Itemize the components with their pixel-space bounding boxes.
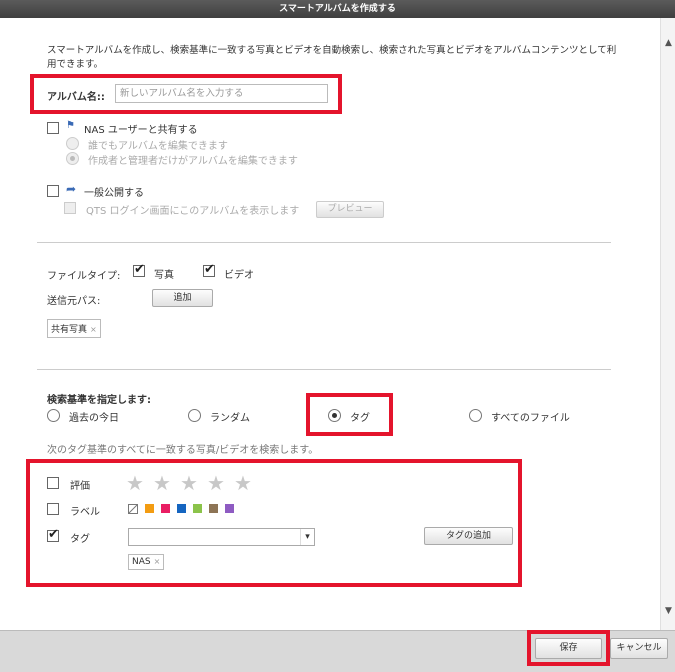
nas-share-label: NAS ユーザーと共有する	[84, 125, 198, 136]
scrollbar[interactable]: ▲ ▼	[660, 18, 675, 630]
label-checkbox[interactable]	[47, 503, 59, 515]
radio-random[interactable]	[188, 409, 201, 422]
public-label: 一般公開する	[84, 188, 144, 199]
tag-option-label: タグ	[350, 413, 370, 424]
scroll-down-icon[interactable]: ▼	[661, 604, 675, 618]
star-icon[interactable]: ★	[234, 473, 252, 493]
criteria-heading: 検索基準を指定します:	[47, 395, 151, 406]
color-swatch-orange[interactable]	[145, 504, 154, 513]
star-icon[interactable]: ★	[180, 473, 198, 493]
divider-1	[37, 242, 611, 243]
video-checkbox[interactable]	[203, 262, 215, 277]
no-color-icon[interactable]	[128, 504, 138, 514]
add-tag-button[interactable]: タグの追加	[424, 527, 513, 545]
highlight-tag-criteria	[26, 459, 522, 587]
video-label: ビデオ	[224, 270, 254, 281]
tag-select[interactable]: ▾	[128, 528, 315, 546]
divider-2	[37, 369, 611, 370]
remove-chip-icon[interactable]: ×	[154, 557, 161, 566]
color-swatch-purple[interactable]	[225, 504, 234, 513]
share-arrow-icon: ➦	[66, 182, 77, 196]
anyone-edit-label: 誰でもアルバムを編集できます	[88, 141, 228, 152]
radio-owner-admin-edit[interactable]	[66, 152, 79, 165]
rating-label: 評価	[70, 481, 90, 492]
public-checkbox[interactable]	[47, 185, 59, 197]
chevron-down-icon: ▾	[300, 529, 314, 545]
add-path-button[interactable]: 追加	[152, 289, 213, 307]
qts-login-label: QTS ログイン画面にこのアルバムを表示します	[86, 206, 300, 217]
color-swatch-pink[interactable]	[161, 504, 170, 513]
star-icon[interactable]: ★	[207, 473, 225, 493]
random-label: ランダム	[210, 413, 250, 424]
tag-label: タグ	[70, 534, 90, 545]
preview-button[interactable]: プレビュー	[316, 201, 384, 218]
owner-admin-edit-label: 作成者と管理者だけがアルバムを編集できます	[88, 156, 298, 167]
all-files-label: すべてのファイル	[491, 413, 570, 424]
description-text: スマートアルバムを作成し、検索基準に一致する写真とビデオを自動検索し、検索された…	[47, 45, 617, 70]
shared-photos-chip: 共有写真 ×	[47, 319, 101, 338]
nas-share-checkbox[interactable]	[47, 122, 59, 134]
chip-label: NAS	[132, 557, 151, 567]
dialog-content: スマートアルバムを作成し、検索基準に一致する写真とビデオを自動検索し、検索された…	[0, 18, 660, 630]
radio-tag[interactable]	[328, 409, 341, 422]
color-swatch-green[interactable]	[193, 504, 202, 513]
save-button[interactable]: 保存	[535, 638, 602, 659]
photo-label: 写真	[154, 270, 174, 281]
tag-checkbox[interactable]	[47, 527, 59, 542]
tag-hint: 次のタグ基準のすべてに一致する写真/ビデオを検索します。	[47, 445, 319, 456]
nas-tag-chip: NAS ×	[128, 554, 165, 570]
star-icon[interactable]: ★	[153, 473, 171, 493]
remove-chip-icon[interactable]: ×	[90, 325, 97, 334]
album-name-label: アルバム名::	[47, 92, 105, 103]
photo-checkbox[interactable]	[133, 262, 145, 277]
chip-label: 共有写真	[51, 325, 88, 335]
color-swatch-blue[interactable]	[177, 504, 186, 513]
scroll-up-icon[interactable]: ▲	[661, 36, 675, 50]
flag-icon: ⚑	[66, 120, 75, 131]
radio-today-past[interactable]	[47, 409, 60, 422]
file-type-label: ファイルタイプ:	[47, 271, 121, 282]
star-icon[interactable]: ★	[126, 473, 144, 493]
color-label-label: ラベル	[70, 507, 100, 518]
radio-anyone-edit[interactable]	[66, 137, 79, 150]
qts-login-checkbox[interactable]	[64, 202, 76, 214]
album-name-input[interactable]: 新しいアルバム名を入力する	[115, 84, 328, 103]
source-path-label: 送信元パス:	[47, 296, 101, 307]
today-past-label: 過去の今日	[69, 413, 119, 424]
rating-checkbox[interactable]	[47, 477, 59, 489]
color-swatch-brown[interactable]	[209, 504, 218, 513]
dialog-title: スマートアルバムを作成する	[0, 0, 675, 18]
cancel-button[interactable]: キャンセル	[610, 638, 668, 659]
radio-all-files[interactable]	[469, 409, 482, 422]
